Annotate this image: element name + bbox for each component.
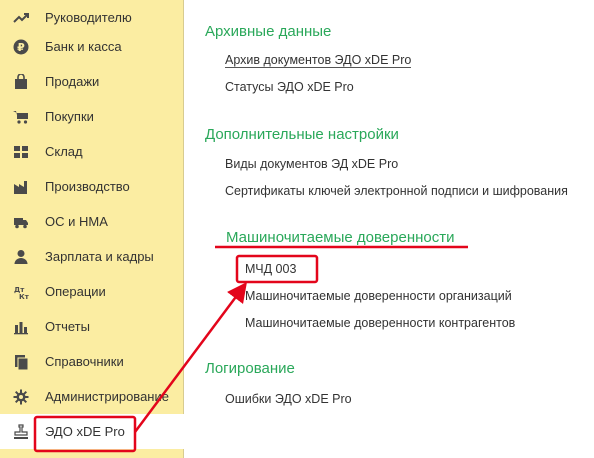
link-document-types[interactable]: Виды документов ЭД xDE Pro bbox=[225, 157, 398, 171]
warehouse-grid-icon bbox=[13, 144, 29, 160]
sidebar-item-label: Производство bbox=[45, 179, 130, 194]
sidebar-item-production[interactable]: Производство bbox=[0, 169, 184, 204]
sidebar-item-warehouse[interactable]: Склад bbox=[0, 134, 184, 169]
sidebar-item-label: Зарплата и кадры bbox=[45, 249, 154, 264]
link-edo-archive[interactable]: Архив документов ЭДО xDE Pro bbox=[225, 53, 412, 68]
section-title-machine-readable-poa: Машиночитаемые доверенности bbox=[226, 229, 455, 246]
sidebar-item-label: Операции bbox=[45, 284, 106, 299]
svg-text:Кт: Кт bbox=[19, 293, 29, 300]
sidebar-item-operations[interactable]: Дт Кт Операции bbox=[0, 274, 184, 309]
link-edo-statuses[interactable]: Статусы ЭДО xDE Pro bbox=[225, 80, 354, 94]
sidebar-item-label: Продажи bbox=[45, 74, 100, 89]
link-poa-counterparties[interactable]: Машиночитаемые доверенности контрагентов bbox=[245, 316, 515, 330]
sidebar-item-label: ОС и НМА bbox=[45, 214, 108, 229]
person-icon bbox=[13, 249, 29, 265]
link-edo-errors[interactable]: Ошибки ЭДО xDE Pro bbox=[225, 392, 352, 406]
section-title-logging: Логирование bbox=[205, 360, 295, 377]
sidebar-item-sales[interactable]: Продажи bbox=[0, 64, 184, 99]
truck-icon bbox=[13, 214, 29, 230]
sidebar-item-label: Склад bbox=[45, 144, 83, 159]
link-poa-organizations[interactable]: Машиночитаемые доверенности организаций bbox=[245, 289, 512, 303]
sidebar-item-reports[interactable]: Отчеты bbox=[0, 309, 184, 344]
sidebar-item-salary[interactable]: Зарплата и кадры bbox=[0, 239, 184, 274]
bar-chart-icon bbox=[13, 319, 29, 335]
sidebar-item-fixed-assets[interactable]: ОС и НМА bbox=[0, 204, 184, 239]
trend-icon bbox=[13, 10, 29, 26]
debit-credit-icon: Дт Кт bbox=[13, 284, 29, 300]
sidebar-item-edo-xde-pro[interactable]: ЭДО xDE Pro bbox=[0, 414, 185, 449]
sidebar-item-label: Руководителю bbox=[45, 10, 132, 25]
link-signature-certificates[interactable]: Сертификаты ключей электронной подписи и… bbox=[225, 184, 568, 198]
factory-icon bbox=[13, 179, 29, 195]
sidebar-item-directories[interactable]: Справочники bbox=[0, 344, 184, 379]
cart-icon bbox=[13, 109, 29, 125]
shopping-bag-icon bbox=[13, 73, 29, 90]
sidebar-item-label: Отчеты bbox=[45, 319, 90, 334]
sidebar: Руководителю ₽ Банк и касса Продажи Поку… bbox=[0, 0, 185, 458]
section-title-additional-settings: Дополнительные настройки bbox=[205, 126, 399, 143]
gear-icon bbox=[13, 389, 29, 405]
sidebar-item-label: Банк и касса bbox=[45, 39, 122, 54]
section-title-archive: Архивные данные bbox=[205, 23, 332, 40]
main-panel: Архивные данные Архив документов ЭДО xDE… bbox=[185, 0, 594, 458]
ruble-coin-icon: ₽ bbox=[13, 39, 29, 55]
books-icon bbox=[13, 354, 29, 370]
sidebar-item-label: ЭДО xDE Pro bbox=[45, 424, 125, 439]
svg-text:₽: ₽ bbox=[17, 41, 25, 54]
sidebar-item-label: Справочники bbox=[45, 354, 124, 369]
sidebar-item-label: Покупки bbox=[45, 109, 94, 124]
link-mchd-003[interactable]: МЧД 003 bbox=[245, 262, 296, 276]
sidebar-item-label: Администрирование bbox=[45, 389, 169, 404]
sidebar-item-purchases[interactable]: Покупки bbox=[0, 99, 184, 134]
stamp-icon bbox=[13, 423, 29, 440]
sidebar-item-administration[interactable]: Администрирование bbox=[0, 379, 184, 414]
sidebar-item-bank[interactable]: ₽ Банк и касса bbox=[0, 29, 184, 64]
